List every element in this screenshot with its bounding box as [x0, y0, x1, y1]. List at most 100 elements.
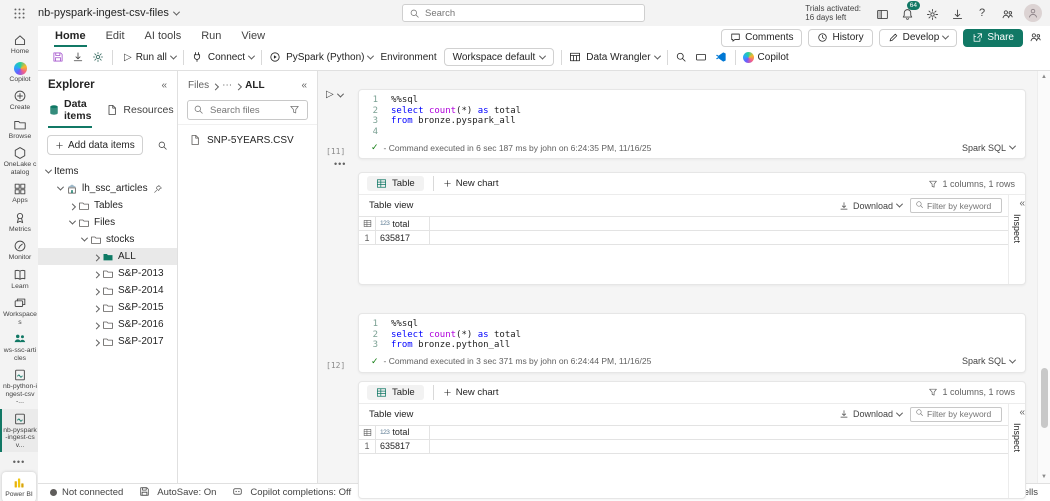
manage-access-icon[interactable]: [1029, 31, 1042, 44]
column-header-total[interactable]: 123 total: [376, 425, 430, 439]
code-line[interactable]: 1 %%sql: [359, 319, 1025, 330]
app-launcher-icon[interactable]: [8, 4, 30, 22]
global-search[interactable]: [402, 4, 645, 22]
rail-item-nb-python-ingest-csv-[interactable]: nb-python-ingest-csv-...: [0, 365, 38, 409]
table-corner-icon[interactable]: [359, 425, 376, 439]
code-line[interactable]: 3 from bronze.python_all: [359, 340, 1025, 351]
expand-inspect-icon[interactable]: «: [1019, 198, 1025, 209]
copilot-button[interactable]: Copilot: [742, 51, 789, 63]
rail-item-nb-pyspark-ingest-csv-[interactable]: nb-pyspark-ingest-csv...: [0, 408, 38, 452]
ribbon-tab-edit[interactable]: Edit: [105, 28, 126, 47]
rail-item-metrics[interactable]: Metrics: [0, 208, 38, 237]
focus-panel-icon[interactable]: [695, 51, 708, 64]
add-data-items-button[interactable]: Add data items: [47, 135, 143, 155]
tab-data-items[interactable]: Data items: [48, 98, 93, 128]
files-search[interactable]: [187, 100, 308, 120]
ribbon-tab-view[interactable]: View: [240, 28, 266, 47]
scrollbar-thumb[interactable]: [1041, 367, 1048, 428]
pin-icon[interactable]: [148, 184, 162, 194]
code-line[interactable]: 4: [359, 127, 1025, 138]
column-header-total[interactable]: 123 total: [376, 217, 430, 230]
output-tab-table[interactable]: Table: [367, 176, 424, 191]
breadcrumb-files[interactable]: Files: [188, 80, 209, 91]
rail-item-create[interactable]: Create: [0, 86, 38, 115]
cell-more-options-icon[interactable]: •••: [334, 160, 1026, 169]
tree-item-stocks[interactable]: stocks: [38, 231, 177, 248]
code-line[interactable]: 2 select count(*) as total: [359, 330, 1025, 341]
notifications-bell-icon[interactable]: 64: [899, 1, 920, 21]
file-item[interactable]: SNP-5YEARS.CSV: [178, 124, 317, 156]
filter-keyword-box[interactable]: [910, 406, 1002, 422]
tree-item-s-p-2014[interactable]: S&P-2014: [38, 282, 177, 299]
code-cell-card[interactable]: 1 %%sql 2 select count(*) as total 3 from bro…: [358, 313, 1026, 373]
workspace-default-dropdown[interactable]: Workspace default: [443, 48, 555, 66]
tree-item-tables[interactable]: Tables: [38, 197, 177, 214]
code-line[interactable]: 1 %%sql: [359, 95, 1025, 106]
notebook-settings-icon[interactable]: [92, 51, 105, 64]
table-row[interactable]: 1 635817: [359, 439, 1008, 454]
inspect-pane-collapsed[interactable]: «Inspect: [1008, 403, 1025, 498]
files-search-input[interactable]: [210, 104, 285, 116]
rail-item-onelake-catalog[interactable]: OneLake catalog: [0, 143, 38, 179]
chevron-right-icon[interactable]: [92, 254, 101, 262]
chevron-right-icon[interactable]: [92, 339, 101, 347]
settings-gear-icon[interactable]: [924, 5, 940, 21]
rail-more-icon[interactable]: •••: [0, 452, 38, 472]
rail-item-apps[interactable]: Apps: [0, 179, 38, 208]
new-chart-button[interactable]: New chart: [443, 178, 498, 189]
save-button[interactable]: [52, 51, 65, 64]
tree-item-files[interactable]: Files: [38, 214, 177, 231]
table-corner-icon[interactable]: [359, 217, 376, 230]
tree-item-s-p-2013[interactable]: S&P-2013: [38, 265, 177, 282]
rail-item-power-bi[interactable]: Power BI: [2, 472, 36, 501]
filter-keyword-box[interactable]: [910, 198, 1002, 213]
output-tab-table[interactable]: Table: [367, 384, 424, 400]
rail-item-learn[interactable]: Learn: [0, 265, 38, 294]
cell-language-selector[interactable]: Spark SQL: [962, 356, 1017, 366]
rail-item-ws-ssc-articles[interactable]: ws-ssc-articles: [0, 329, 38, 365]
code-cell-card[interactable]: 1 %%sql 2 select count(*) as total 3 from bro…: [358, 89, 1026, 159]
new-chart-button[interactable]: New chart: [443, 387, 498, 398]
rail-item-workspaces[interactable]: Workspaces: [0, 293, 38, 329]
download-button[interactable]: Download: [839, 409, 904, 419]
tab-resources[interactable]: Resources: [106, 98, 174, 128]
connection-status[interactable]: Not connected: [50, 487, 123, 498]
autosave-status[interactable]: AutoSave: On: [139, 486, 216, 499]
table-row[interactable]: 1 635817: [359, 231, 1008, 245]
vscode-icon[interactable]: [715, 51, 728, 64]
download-app-icon[interactable]: [949, 5, 965, 21]
run-options-chevron[interactable]: [336, 90, 344, 98]
ribbon-tab-run[interactable]: Run: [200, 28, 222, 47]
develop-button[interactable]: Develop: [878, 28, 958, 47]
collapse-explorer-icon[interactable]: «: [161, 80, 167, 91]
filter-icon[interactable]: [928, 179, 938, 189]
chevron-right-icon[interactable]: [68, 203, 77, 211]
connect-button[interactable]: Connect: [191, 51, 256, 64]
chevron-down-icon[interactable]: [68, 217, 77, 225]
breadcrumb-ellipsis[interactable]: ⋯: [222, 80, 232, 91]
rail-item-monitor[interactable]: Monitor: [0, 236, 38, 265]
tree-item-lh-ssc-articles[interactable]: lh_ssc_articles: [38, 180, 177, 197]
tree-item-s-p-2016[interactable]: S&P-2016: [38, 316, 177, 333]
history-button[interactable]: History: [808, 28, 873, 47]
chevron-right-icon[interactable]: [92, 322, 101, 330]
comments-button[interactable]: Comments: [721, 28, 803, 47]
rail-item-home[interactable]: Home: [0, 30, 38, 59]
chevron-right-icon[interactable]: [92, 288, 101, 296]
help-icon[interactable]: ?: [974, 5, 990, 21]
ribbon-tab-home[interactable]: Home: [54, 28, 87, 47]
scroll-down-arrow[interactable]: ▼: [1041, 471, 1047, 483]
export-button[interactable]: [72, 51, 85, 64]
code-line[interactable]: 3 from bronze.pyspark_all: [359, 116, 1025, 127]
tree-item-s-p-2017[interactable]: S&P-2017: [38, 333, 177, 350]
feedback-icon[interactable]: [999, 5, 1015, 21]
chevron-down-icon[interactable]: [56, 183, 65, 191]
run-cell-button[interactable]: ▷: [326, 90, 334, 100]
collapse-files-icon[interactable]: «: [301, 80, 307, 91]
layout-toggle-icon[interactable]: [874, 5, 890, 21]
cell-language-selector[interactable]: Spark SQL: [962, 143, 1017, 153]
chevron-right-icon[interactable]: [92, 271, 101, 279]
filter-icon[interactable]: [289, 104, 302, 117]
tree-item-items[interactable]: Items: [38, 163, 177, 180]
rail-item-browse[interactable]: Browse: [0, 115, 38, 144]
